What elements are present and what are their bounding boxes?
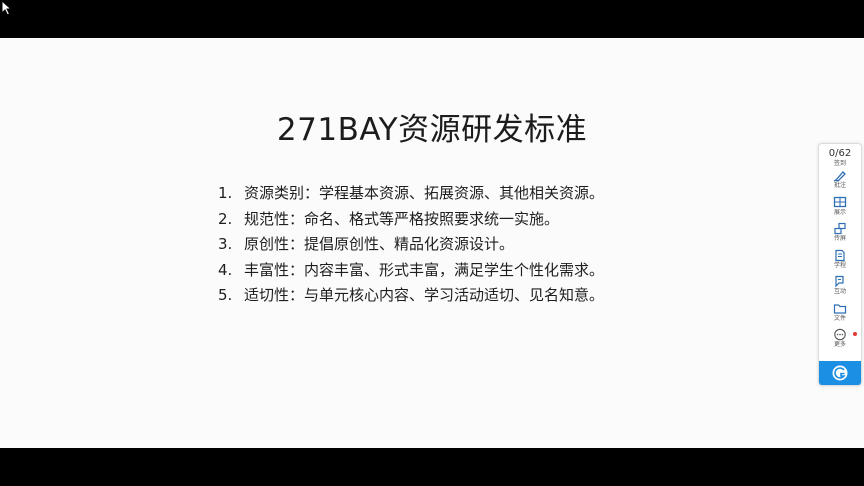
standards-list: 1. 资源类别：学程基本资源、拓展资源、其他相关资源。 2. 规范性：命名、格式等严…	[218, 181, 604, 309]
list-item: 2. 规范性：命名、格式等严格按照要求统一实施。	[218, 209, 560, 228]
list-item: 1. 资源类别：学程基本资源、拓展资源、其他相关资源。	[218, 184, 605, 202]
more-icon	[834, 328, 846, 341]
list-item: 4. 丰富性：内容丰富、形式丰富，满足学生个性化需求。	[218, 260, 605, 279]
app-logo-button[interactable]	[819, 361, 861, 385]
side-toolbar: 0/62 签到 批注 展示 传屏 学程 互动 文件 更多	[818, 143, 862, 386]
document-icon	[835, 249, 845, 261]
signin-label: 签到	[833, 160, 846, 167]
slide-title: 271BAY资源研发标准	[276, 112, 588, 148]
signin-counter[interactable]: 0/62 签到	[819, 144, 861, 168]
cast-icon	[834, 222, 846, 235]
folder-icon	[833, 303, 847, 314]
toolbar-files-button[interactable]: 文件	[819, 302, 861, 328]
toolbar-annotate-button[interactable]: 批注	[819, 169, 861, 195]
screen-icon	[833, 196, 847, 207]
signin-count: 0/62	[828, 148, 852, 159]
app-logo-icon	[832, 365, 848, 381]
pen-icon	[833, 171, 846, 182]
list-item: 5. 适切性：与单元核心内容、学习活动适切、见名知意。	[218, 286, 605, 304]
presentation-slide: 271BAY资源研发标准 1. 资源类别：学程基本资源、拓展资源、其他相关资源。 …	[0, 38, 864, 448]
toolbar-cast-button[interactable]: 传屏	[819, 222, 861, 248]
toolbar-interact-button[interactable]: 互动	[819, 275, 861, 301]
interact-icon	[835, 275, 844, 288]
list-item: 3. 原创性：提倡原创性、精品化资源设计。	[218, 235, 515, 253]
toolbar-display-button[interactable]: 展示	[819, 196, 861, 222]
mouse-cursor-icon	[1, 0, 13, 16]
notification-dot	[853, 332, 857, 336]
toolbar-course-button[interactable]: 学程	[819, 249, 861, 275]
toolbar-more-button[interactable]: 更多	[819, 328, 861, 354]
